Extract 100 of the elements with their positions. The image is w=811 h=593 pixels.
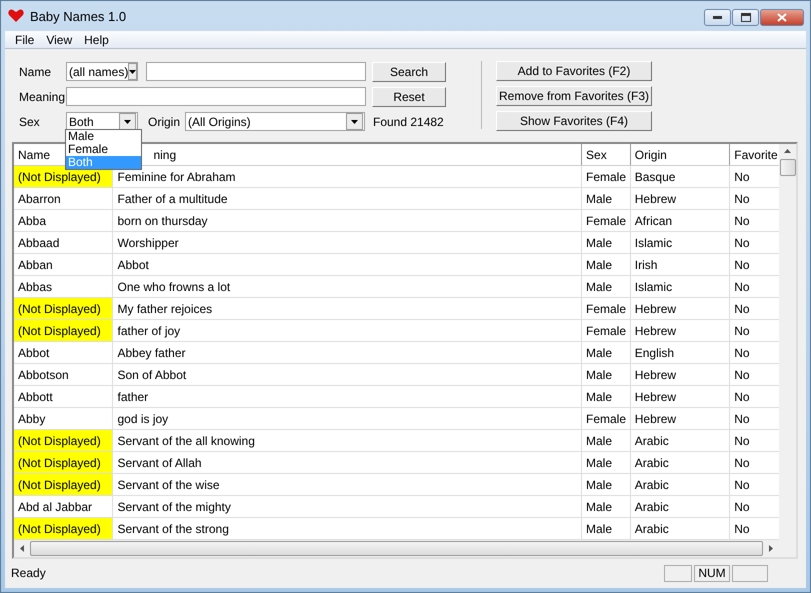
left-arrow-icon [20,545,24,552]
table-cell: Female [582,320,631,342]
table-cell: Abban [14,254,114,276]
favorites-button[interactable]: Add to Favorites (F2) [496,61,652,81]
maximize-button[interactable] [732,9,759,26]
origin-label: Origin [148,114,182,128]
table-cell: Abbot [113,254,582,276]
table-cell: Arabic [630,452,730,474]
table-cell: Basque [630,166,730,188]
table-cell: father of joy [113,320,582,342]
caret-icon [129,70,136,74]
dropdown-option[interactable]: Male [66,130,141,143]
table-cell: Female [582,210,631,232]
search-button[interactable]: Search [372,62,446,82]
table-cell: My father rejoices [113,298,582,320]
window-title: Baby Names 1.0 [30,8,126,24]
table-cell: Abbotson [14,364,114,386]
table-cell: Abba [14,210,114,232]
name-input[interactable] [146,62,366,81]
table-cell: Servant of the wise [113,474,582,496]
table-cell: (Not Displayed) [14,518,114,540]
table-cell: Male [582,276,631,298]
column-header[interactable]: Origin [630,144,730,165]
status-indicator: NUM [694,564,730,582]
table-cell: (Not Displayed) [14,320,114,342]
table-cell: Male [582,342,631,364]
table-cell: Female [582,166,631,188]
table-cell: Abbot [14,342,114,364]
table-cell: Hebrew [630,320,730,342]
table-cell: Hebrew [630,298,730,320]
table-cell: Male [582,188,631,210]
table-cell: Hebrew [630,408,730,430]
table-cell: Arabic [630,496,730,518]
table-cell: (Not Displayed) [14,452,114,474]
table-cell: Male [582,496,631,518]
table-cell: Hebrew [630,386,730,408]
favorites-button[interactable]: Remove from Favorites (F3) [496,86,652,106]
table-cell: Islamic [630,232,730,254]
table-cell: Abarron [14,188,114,210]
table-cell: Abbey father [113,342,582,364]
table-cell: born on thursday [113,210,582,232]
name-mode-dropdown[interactable]: (all names) [66,62,138,81]
menu-item[interactable]: View [42,32,80,46]
table-cell: Worshipper [113,232,582,254]
result-count: Found 21482 [373,114,444,128]
heart-icon [8,9,24,23]
table-cell: Male [582,364,631,386]
reset-button[interactable]: Reset [372,86,446,106]
meaning-label: Meaning [19,90,66,104]
column-header[interactable]: Favorite [730,144,779,165]
name-label: Name [19,64,52,78]
table-cell: Male [582,452,631,474]
table-cell: Male [582,474,631,496]
minimize-button[interactable] [704,9,731,26]
sex-label: Sex [19,114,41,128]
close-button[interactable] [760,9,804,26]
horizontal-scrollbar[interactable] [14,540,779,557]
table-cell: Islamic [630,276,730,298]
table-cell: Servant of the mighty [113,496,582,518]
table-cell: Female [582,298,631,320]
table-cell: (Not Displayed) [14,430,114,452]
table-cell: Arabic [630,430,730,452]
table-cell: Servant of Allah [113,452,582,474]
status-text: Ready [11,566,47,580]
table-cell: father [113,386,582,408]
table-cell: Male [582,430,631,452]
table-cell: (Not Displayed) [14,166,114,188]
table-cell: Hebrew [630,188,730,210]
table-cell: (Not Displayed) [14,298,114,320]
menu-item[interactable]: File [11,32,42,46]
favorites-button[interactable]: Show Favorites (F4) [496,111,652,131]
status-panel [664,564,692,582]
vertical-scrollbar[interactable] [779,144,796,540]
scrollbar-thumb[interactable] [780,159,796,176]
table-cell: African [630,210,730,232]
table-cell: Male [582,232,631,254]
maximize-icon [740,13,750,22]
table-cell: Female [582,408,631,430]
status-panel [732,564,768,582]
menu-item[interactable]: Help [80,32,117,46]
table-cell: Abbott [14,386,114,408]
table-cell: Male [582,254,631,276]
table-cell: god is joy [113,408,582,430]
table-cell: One who frowns a lot [113,276,582,298]
table-cell: Abbaad [14,232,114,254]
close-icon [777,13,787,22]
meaning-input[interactable] [66,87,366,106]
origin-dropdown[interactable]: (All Origins) [185,112,365,131]
column-header[interactable]: Sex [582,144,631,165]
table-cell: Servant of the all knowing [113,430,582,452]
minimize-icon [713,16,722,19]
table-cell: English [630,342,730,364]
table-cell: Irish [630,254,730,276]
table-cell: Arabic [630,474,730,496]
caret-icon [124,120,131,124]
table-cell: Hebrew [630,364,730,386]
caret-icon [351,120,358,124]
up-arrow-icon [784,149,791,153]
table-cell: Son of Abbot [113,364,582,386]
table-cell: Father of a multitude [113,188,582,210]
